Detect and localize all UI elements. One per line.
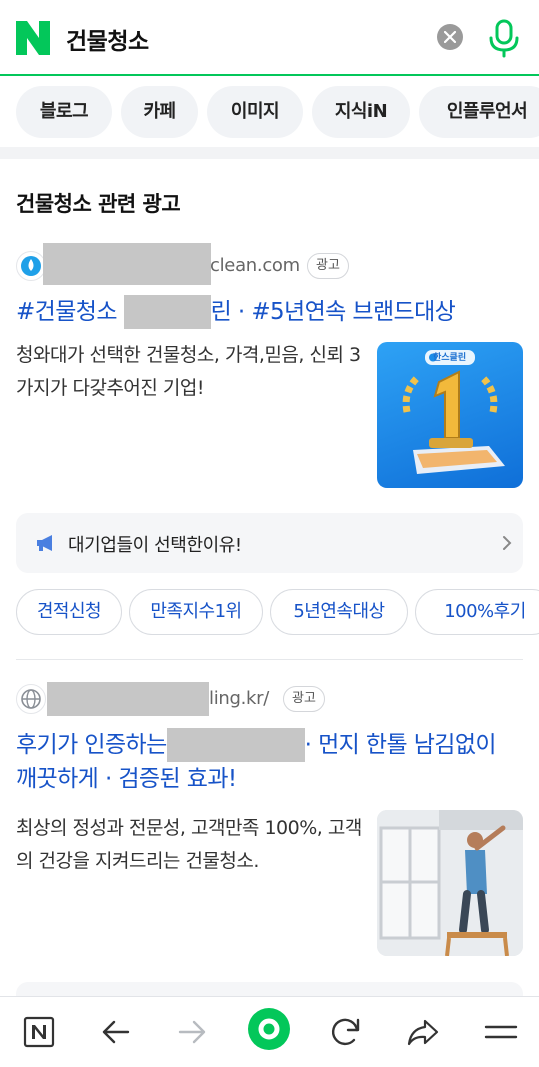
back-button[interactable] (94, 1010, 138, 1054)
ad-description: 최상의 정성과 전문성, 고객만족 100%, 고객의 건강을 지켜드리는 건물… (16, 817, 362, 872)
search-input[interactable]: 건물청소 (66, 22, 149, 56)
redacted-block (123, 295, 211, 329)
chip-reviews[interactable]: 100%후기 (415, 589, 539, 635)
section-divider (0, 147, 539, 159)
tab-cafe[interactable]: 카페 (121, 86, 198, 138)
ad-thumbnail[interactable] (377, 810, 523, 956)
tab-kin[interactable]: 지식iN (312, 86, 410, 138)
category-tabs: 블로그 카페 이미지 지식iN 인플루언서 (0, 86, 539, 138)
chevron-right-icon (503, 536, 512, 550)
chip-quote-request[interactable]: 견적신청 (16, 589, 122, 635)
forward-arrow-icon (178, 1020, 206, 1044)
site-favicon (16, 251, 46, 281)
home-button[interactable] (17, 1010, 61, 1054)
promo-link[interactable]: 대기업들이 선택한이유! (16, 513, 523, 573)
forward-button[interactable] (170, 1010, 214, 1054)
trophy-number-one-image (402, 350, 505, 474)
menu-button[interactable] (478, 1010, 522, 1054)
bottom-toolbar (0, 996, 539, 1067)
tab-image[interactable]: 이미지 (207, 86, 303, 138)
ad-thumbnail[interactable]: 한스클린 (377, 342, 523, 488)
tab-influencer[interactable]: 인플루언서 (419, 86, 539, 138)
thumb-brand-label: 한스클린 (433, 353, 467, 363)
naver-home-icon (23, 1016, 55, 1048)
close-icon (444, 31, 456, 43)
ad-url: clean.com (210, 255, 300, 276)
green-dot-button[interactable] (247, 1007, 291, 1051)
section-title: 건물청소 관련 광고 (16, 192, 181, 216)
microphone-icon (489, 19, 519, 58)
redacted-block (43, 243, 211, 285)
ad-title[interactable]: 후기가 인증하는 · 먼지 한톨 남김없이 깨끗하게 · 검증된 효과! (16, 728, 523, 800)
share-icon (407, 1019, 439, 1046)
share-button[interactable] (401, 1010, 445, 1054)
ad-title-part: 린 · #5년연속 브랜드대상 (210, 299, 456, 325)
site-favicon (16, 684, 46, 714)
ad-url: ling.kr/ (209, 688, 270, 709)
globe-icon (21, 689, 41, 709)
ad-badge: 광고 (307, 253, 349, 279)
menu-icon (484, 1025, 518, 1039)
refresh-button[interactable] (324, 1010, 368, 1054)
green-dot-icon (248, 1008, 290, 1050)
promo-text: 대기업들이 선택한이유! (68, 535, 242, 556)
back-arrow-icon (102, 1020, 130, 1044)
ad-source[interactable]: clean.com 광고 (16, 243, 356, 285)
cleaning-worker-image (377, 810, 523, 956)
ad-title-part: · 먼지 한톨 남김없이 (304, 732, 497, 758)
ad-description: 청와대가 선택한 건물청소, 가격,믿음, 신뢰 3가지가 다갖추어진 기업! (16, 344, 361, 399)
megaphone-icon (37, 535, 52, 551)
redacted-block (166, 728, 305, 762)
chip-award[interactable]: 5년연속대상 (270, 589, 408, 635)
ad-title-part: #건물청소 (16, 299, 118, 325)
refresh-icon (331, 1018, 360, 1046)
ad-title-part: 후기가 인증하는 (16, 732, 167, 758)
tab-blog[interactable]: 블로그 (16, 86, 112, 138)
naver-logo-icon[interactable] (16, 21, 50, 55)
ad-title[interactable]: #건물청소 린 · #5년연속 브랜드대상 (16, 295, 523, 335)
voice-search-button[interactable] (486, 18, 522, 58)
ad-title-line: 깨끗하게 · 검증된 효과! (16, 766, 237, 792)
ad-source[interactable]: ling.kr/ 광고 (16, 682, 336, 716)
ad-badge: 광고 (283, 686, 325, 712)
water-drop-icon (21, 256, 41, 276)
redacted-block (47, 682, 209, 716)
chip-satisfaction[interactable]: 만족지수1위 (129, 589, 263, 635)
ad-divider (16, 659, 523, 660)
clear-search-button[interactable] (437, 24, 463, 50)
search-header: 건물청소 (0, 0, 539, 76)
